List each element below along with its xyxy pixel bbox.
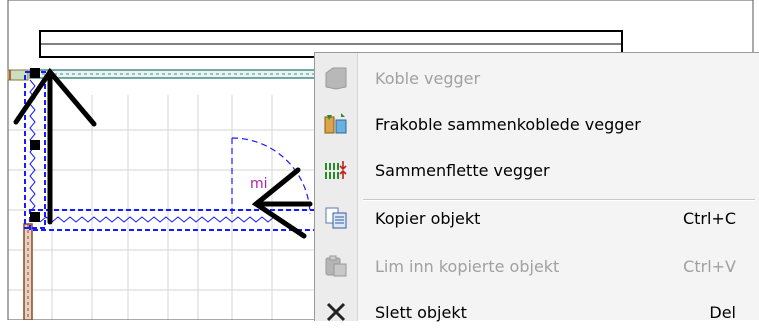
context-menu: Koble vegger Frakoble sammenkoblede vegg… [314, 52, 759, 322]
disconnect-walls-icon [323, 111, 349, 137]
paste-icon [323, 253, 349, 279]
menu-item-label: Slett objekt [375, 303, 467, 322]
merge-walls-icon [323, 157, 349, 183]
menu-item-merge-walls[interactable]: Sammenflette vegger [315, 149, 759, 193]
menu-item-label: Lim inn kopierte objekt [375, 257, 560, 276]
annotation-arrows [13, 67, 313, 239]
menu-item-shortcut: Del [709, 303, 736, 322]
menu-item-paste-object[interactable]: Lim inn kopierte objekt Ctrl+V [315, 245, 759, 289]
connect-walls-icon [323, 65, 349, 91]
menu-item-label: Kopier objekt [375, 209, 481, 228]
delete-icon [323, 299, 349, 325]
dimension-label: mi [250, 176, 268, 192]
menu-item-shortcut: Ctrl+C [682, 209, 736, 228]
menu-item-label: Sammenflette vegger [375, 161, 550, 180]
copy-icon [323, 205, 349, 231]
menu-item-disconnect-walls[interactable]: Frakoble sammenkoblede vegger [315, 103, 759, 147]
menu-item-shortcut: Ctrl+V [683, 257, 736, 276]
menu-item-label: Koble vegger [375, 69, 481, 88]
menu-item-delete-object[interactable]: Slett objekt Del [315, 291, 759, 335]
menu-item-connect-walls[interactable]: Koble vegger [315, 57, 759, 101]
menu-item-label: Frakoble sammenkoblede vegger [375, 115, 641, 134]
menu-item-copy-object[interactable]: Kopier objekt Ctrl+C [315, 197, 759, 241]
grid [8, 95, 314, 320]
